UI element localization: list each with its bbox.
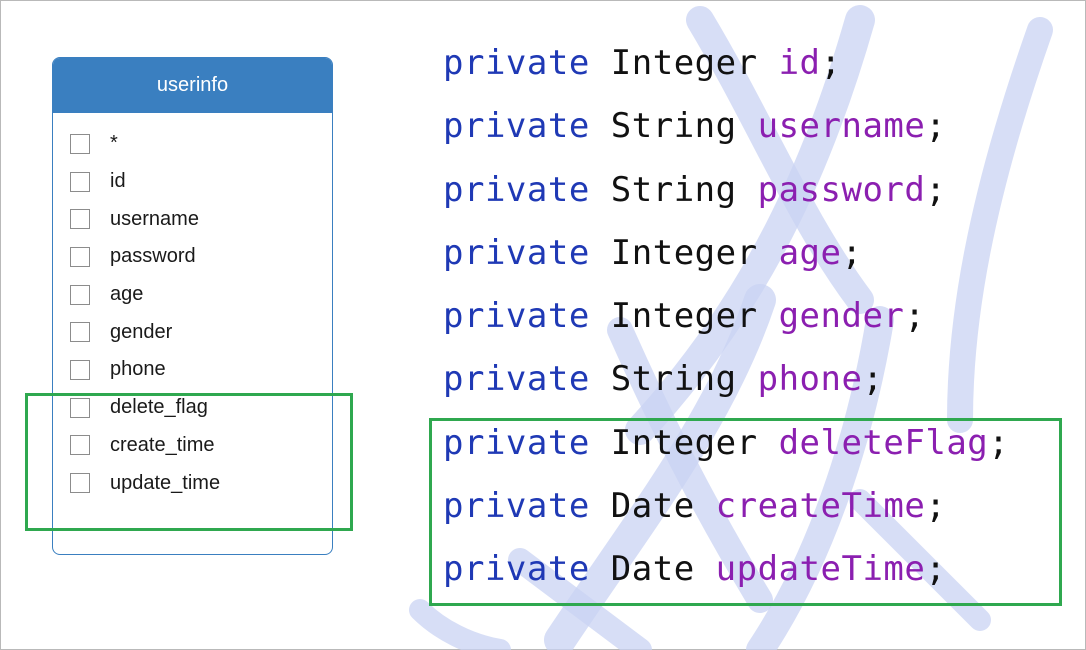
table-name: userinfo [53,58,332,113]
field-item: password [70,238,332,276]
field-label: age [110,283,144,306]
field-item: username [70,200,332,238]
field-checkbox[interactable] [70,322,90,343]
code-modifier: private [443,359,590,400]
field-checkbox[interactable] [70,171,90,192]
highlight-box-table-fields [25,393,353,531]
code-type: String [610,169,737,210]
code-type: String [610,106,737,147]
field-checkbox[interactable] [70,246,90,267]
code-modifier: private [443,296,590,337]
field-label: gender [110,320,173,343]
code-line: private String password; [443,159,1009,222]
code-field-name: id [778,43,821,83]
field-item: * [70,125,332,163]
code-semicolon: ; [862,359,884,400]
code-line: private Integer gender; [443,285,1009,348]
field-item: phone [70,351,332,389]
field-item: age [70,276,332,314]
code-modifier: private [443,43,590,83]
field-checkbox[interactable] [70,133,90,154]
code-type: String [610,359,737,400]
code-semicolon: ; [925,106,947,147]
code-semicolon: ; [925,169,947,210]
field-label: id [110,170,126,193]
code-semicolon: ; [820,43,842,83]
field-item: gender [70,313,332,351]
code-modifier: private [443,169,590,210]
code-line: private String username; [443,95,1009,158]
field-checkbox[interactable] [70,209,90,230]
field-label: password [110,245,196,268]
code-semicolon: ; [904,296,926,337]
code-field-name: age [778,232,842,273]
code-field-name: phone [757,359,863,400]
code-type: Integer [610,232,758,273]
code-modifier: private [443,232,590,273]
code-line: private Integer id; [443,32,1009,95]
field-label: phone [110,358,166,381]
code-semicolon: ; [841,232,863,273]
field-label: username [110,207,199,230]
code-line: private String phone; [443,348,1009,411]
code-type: Integer [610,296,758,337]
field-checkbox[interactable] [70,359,90,380]
code-modifier: private [443,106,590,147]
code-type: Integer [610,43,758,83]
field-item: id [70,163,332,201]
code-field-name: gender [778,296,905,337]
highlight-box-code-fields [429,418,1062,606]
field-checkbox[interactable] [70,284,90,305]
field-label: * [110,132,118,155]
code-field-name: username [757,106,926,147]
code-field-name: password [757,169,926,210]
code-line: private Integer age; [443,222,1009,285]
